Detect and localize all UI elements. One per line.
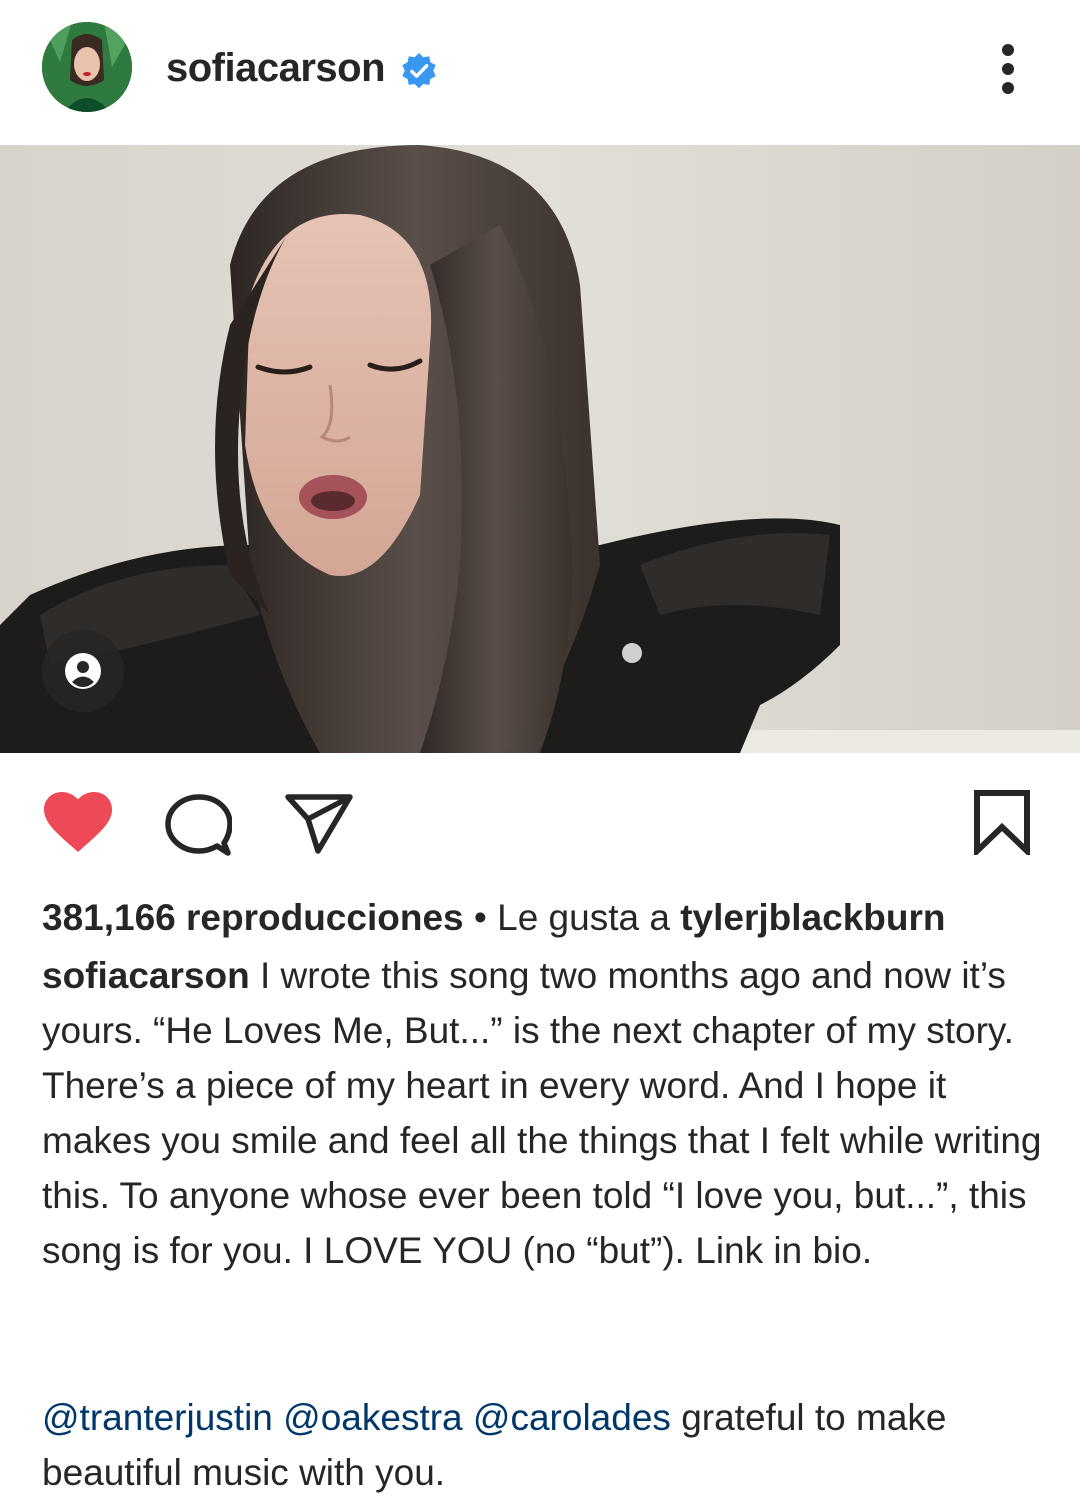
comment-icon: [165, 794, 233, 856]
meta-separator: •: [463, 897, 498, 938]
person-icon: [65, 653, 101, 689]
heart-icon: [44, 792, 112, 852]
liked-by-prefix: Le gusta a: [497, 897, 681, 938]
mention-link[interactable]: @oakestra: [283, 1397, 462, 1438]
send-icon: [285, 794, 353, 854]
verified-badge-icon: [402, 52, 436, 89]
more-vertical-icon: [1002, 44, 1014, 94]
like-button[interactable]: [42, 791, 114, 855]
tagged-people-button[interactable]: [42, 630, 124, 712]
mention-link[interactable]: @carolades: [473, 1397, 671, 1438]
share-button[interactable]: [284, 793, 354, 855]
comment-button[interactable]: [164, 793, 233, 857]
post-header: sofiacarson: [0, 0, 1080, 145]
action-bar: [0, 753, 1080, 883]
more-options-button[interactable]: [980, 36, 1036, 100]
username[interactable]: sofiacarson: [166, 44, 386, 92]
caption-mentions: @tranterjustin @oakestra @carolades grat…: [42, 1390, 1052, 1500]
avatar[interactable]: [42, 22, 132, 112]
mention-link[interactable]: @tranterjustin: [42, 1397, 273, 1438]
caption-text: I wrote this song two months ago and now…: [42, 955, 1042, 1271]
caption: sofiacarson I wrote this song two months…: [42, 948, 1052, 1278]
liked-by-user[interactable]: tylerjblackburn: [680, 897, 945, 938]
post-meta: 381,166 reproducciones • Le gusta a tyle…: [42, 890, 1052, 945]
save-button[interactable]: [972, 789, 1032, 859]
post-video[interactable]: [0, 145, 1080, 753]
view-count[interactable]: 381,166 reproducciones: [42, 897, 464, 938]
bookmark-icon: [974, 790, 1030, 859]
caption-username[interactable]: sofiacarson: [42, 955, 250, 996]
